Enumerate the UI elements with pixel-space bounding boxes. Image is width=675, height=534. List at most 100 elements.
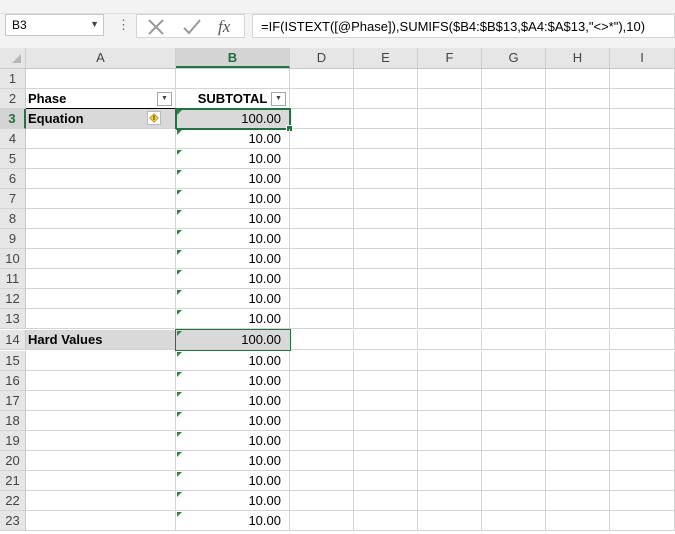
cell-d8[interactable] [290, 209, 354, 229]
cell-e5[interactable] [354, 149, 418, 169]
cell-i13[interactable] [610, 309, 675, 329]
cell-h3[interactable] [546, 109, 610, 129]
cell-g19[interactable] [482, 431, 546, 451]
cell-h11[interactable] [546, 269, 610, 289]
cell-h10[interactable] [546, 249, 610, 269]
cell-i23[interactable] [610, 511, 675, 531]
cell-i11[interactable] [610, 269, 675, 289]
cell-h13[interactable] [546, 309, 610, 329]
cell-f7[interactable] [418, 189, 482, 209]
cell-a19[interactable] [26, 431, 176, 451]
formula-input[interactable]: =IF(ISTEXT([@Phase]),SUMIFS($B4:$B$13,$A… [252, 14, 675, 38]
column-header-d[interactable]: D [290, 48, 354, 68]
row-header[interactable]: 21 [0, 471, 26, 491]
cell-h23[interactable] [546, 511, 610, 531]
cell-d12[interactable] [290, 289, 354, 309]
row-header[interactable]: 1 [0, 69, 26, 89]
cell-e3[interactable] [354, 109, 418, 129]
cell-g3[interactable] [482, 109, 546, 129]
cell-a22[interactable] [26, 491, 176, 511]
cell-i18[interactable] [610, 411, 675, 431]
cell-b7[interactable]: 10.00 [176, 189, 290, 209]
cell-h2[interactable] [546, 89, 610, 109]
column-header-h[interactable]: H [546, 48, 610, 68]
cell-b10[interactable]: 10.00 [176, 249, 290, 269]
cell-a14[interactable]: Hard Values [26, 330, 176, 350]
cell-b8[interactable]: 10.00 [176, 209, 290, 229]
row-header[interactable]: 19 [0, 431, 26, 451]
cell-i8[interactable] [610, 209, 675, 229]
cell-f4[interactable] [418, 129, 482, 149]
cell-e15[interactable] [354, 351, 418, 371]
cell-a11[interactable] [26, 269, 176, 289]
cell-f6[interactable] [418, 169, 482, 189]
cell-b2[interactable]: SUBTOTAL ▼ [176, 89, 290, 109]
cell-h12[interactable] [546, 289, 610, 309]
cell-e14[interactable] [354, 330, 418, 350]
cell-e23[interactable] [354, 511, 418, 531]
name-box[interactable]: B3 ▼ [5, 14, 104, 36]
cell-b18[interactable]: 10.00 [176, 411, 290, 431]
cell-b1[interactable] [176, 69, 290, 89]
cell-f14[interactable] [418, 330, 482, 350]
cell-g23[interactable] [482, 511, 546, 531]
cell-b15[interactable]: 10.00 [176, 351, 290, 371]
row-header[interactable]: 4 [0, 129, 26, 149]
cell-e21[interactable] [354, 471, 418, 491]
cell-a20[interactable] [26, 451, 176, 471]
cell-d7[interactable] [290, 189, 354, 209]
cell-g6[interactable] [482, 169, 546, 189]
cell-e7[interactable] [354, 189, 418, 209]
chevron-down-icon[interactable]: ▼ [90, 19, 99, 29]
cell-i1[interactable] [610, 69, 675, 89]
enter-icon[interactable] [181, 16, 203, 38]
cell-a6[interactable] [26, 169, 176, 189]
cell-e9[interactable] [354, 229, 418, 249]
cell-g10[interactable] [482, 249, 546, 269]
cell-b19[interactable]: 10.00 [176, 431, 290, 451]
cell-d17[interactable] [290, 391, 354, 411]
cell-d5[interactable] [290, 149, 354, 169]
row-header[interactable]: 8 [0, 209, 26, 229]
cell-d4[interactable] [290, 129, 354, 149]
cell-f15[interactable] [418, 351, 482, 371]
cell-g17[interactable] [482, 391, 546, 411]
cell-d13[interactable] [290, 309, 354, 329]
cell-g21[interactable] [482, 471, 546, 491]
cell-f22[interactable] [418, 491, 482, 511]
cell-g22[interactable] [482, 491, 546, 511]
cell-d15[interactable] [290, 351, 354, 371]
row-header[interactable]: 15 [0, 351, 26, 371]
cell-a5[interactable] [26, 149, 176, 169]
cell-a13[interactable] [26, 309, 176, 329]
cell-b23[interactable]: 10.00 [176, 511, 290, 531]
cell-b17[interactable]: 10.00 [176, 391, 290, 411]
cell-f21[interactable] [418, 471, 482, 491]
cell-d18[interactable] [290, 411, 354, 431]
row-header[interactable]: 22 [0, 491, 26, 511]
cell-g13[interactable] [482, 309, 546, 329]
active-cell-selection[interactable] [175, 108, 293, 132]
cell-b5[interactable]: 10.00 [176, 149, 290, 169]
cell-h8[interactable] [546, 209, 610, 229]
cell-b12[interactable]: 10.00 [176, 289, 290, 309]
cell-e1[interactable] [354, 69, 418, 89]
column-header-f[interactable]: F [418, 48, 482, 68]
column-header-g[interactable]: G [482, 48, 546, 68]
cell-i4[interactable] [610, 129, 675, 149]
cell-i20[interactable] [610, 451, 675, 471]
cell-f2[interactable] [418, 89, 482, 109]
cell-i2[interactable] [610, 89, 675, 109]
cell-h6[interactable] [546, 169, 610, 189]
cell-i3[interactable] [610, 109, 675, 129]
cell-e6[interactable] [354, 169, 418, 189]
cell-b4[interactable]: 10.00 [176, 129, 290, 149]
cell-d1[interactable] [290, 69, 354, 89]
cell-a16[interactable] [26, 371, 176, 391]
cell-b21[interactable]: 10.00 [176, 471, 290, 491]
cell-f12[interactable] [418, 289, 482, 309]
cell-h1[interactable] [546, 69, 610, 89]
cell-h22[interactable] [546, 491, 610, 511]
cell-h9[interactable] [546, 229, 610, 249]
row-header[interactable]: 9 [0, 229, 26, 249]
